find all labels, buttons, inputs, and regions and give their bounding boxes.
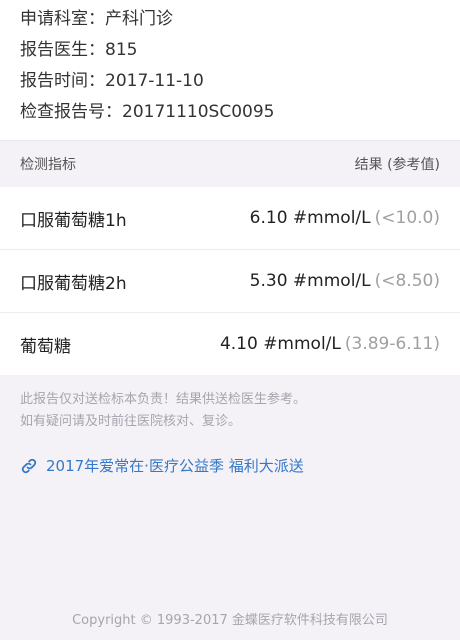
- disclaimer-line-2: 如有疑问请及时前往医院核对、复诊。: [20, 414, 242, 429]
- disclaimer: 此报告仅对送检标本负责！结果供送检医生参考。 如有疑问请及时前往医院核对、复诊。: [0, 375, 460, 441]
- copyright-footer: Copyright © 1993-2017 金蝶医疗软件科技有限公司: [72, 613, 388, 628]
- results-table: 口服葡萄糖1h 6.10 #mmol/L (<10.0) 口服葡萄糖2h 5.30…: [0, 187, 460, 375]
- doctor-line: 报告医生：815: [20, 40, 138, 60]
- header-result-label: 结果 (参考值): [354, 157, 440, 173]
- test-result: 4.10 #mmol/L (3.89-6.11): [220, 334, 440, 354]
- results-table-header: 检测指标 结果 (参考值): [0, 140, 460, 187]
- report-number-line: 检查报告号：20171110SC0095: [20, 102, 275, 122]
- disclaimer-line-1: 此报告仅对送检标本负责！结果供送检医生参考。: [20, 392, 307, 407]
- test-name: 葡萄糖: [20, 336, 71, 357]
- result-value: 6.10 #mmol/L: [249, 208, 371, 228]
- table-row: 口服葡萄糖2h 5.30 #mmol/L (<8.50): [0, 250, 460, 313]
- test-result: 6.10 #mmol/L (<10.0): [250, 208, 440, 228]
- header-item-label: 检测指标: [20, 157, 76, 173]
- department-line: 申请科室：产科门诊: [20, 9, 173, 29]
- result-value: 4.10 #mmol/L: [219, 334, 341, 354]
- promo-link-text[interactable]: 2017年爱常在·医疗公益季 福利大派送: [46, 455, 304, 476]
- test-name: 口服葡萄糖1h: [20, 210, 127, 231]
- test-result: 5.30 #mmol/L (<8.50): [250, 271, 440, 291]
- reference-range: (<8.50): [374, 271, 440, 291]
- promo-link[interactable]: 2017年爱常在·医疗公益季 福利大派送: [0, 441, 460, 490]
- report-info: 申请科室：产科门诊 报告医生：815 报告时间：2017-11-10 检查报告号…: [0, 0, 460, 140]
- link-icon: [21, 458, 37, 473]
- result-value: 5.30 #mmol/L: [249, 271, 371, 291]
- test-name: 口服葡萄糖2h: [20, 273, 127, 294]
- report-time-line: 报告时间：2017-11-10: [20, 71, 204, 91]
- reference-range: (<10.0): [374, 208, 440, 228]
- report-page: 申请科室：产科门诊 报告医生：815 报告时间：2017-11-10 检查报告号…: [0, 0, 460, 640]
- reference-range: (3.89-6.11): [344, 334, 440, 354]
- table-row: 葡萄糖 4.10 #mmol/L (3.89-6.11): [0, 313, 460, 375]
- table-row: 口服葡萄糖1h 6.10 #mmol/L (<10.0): [0, 187, 460, 250]
